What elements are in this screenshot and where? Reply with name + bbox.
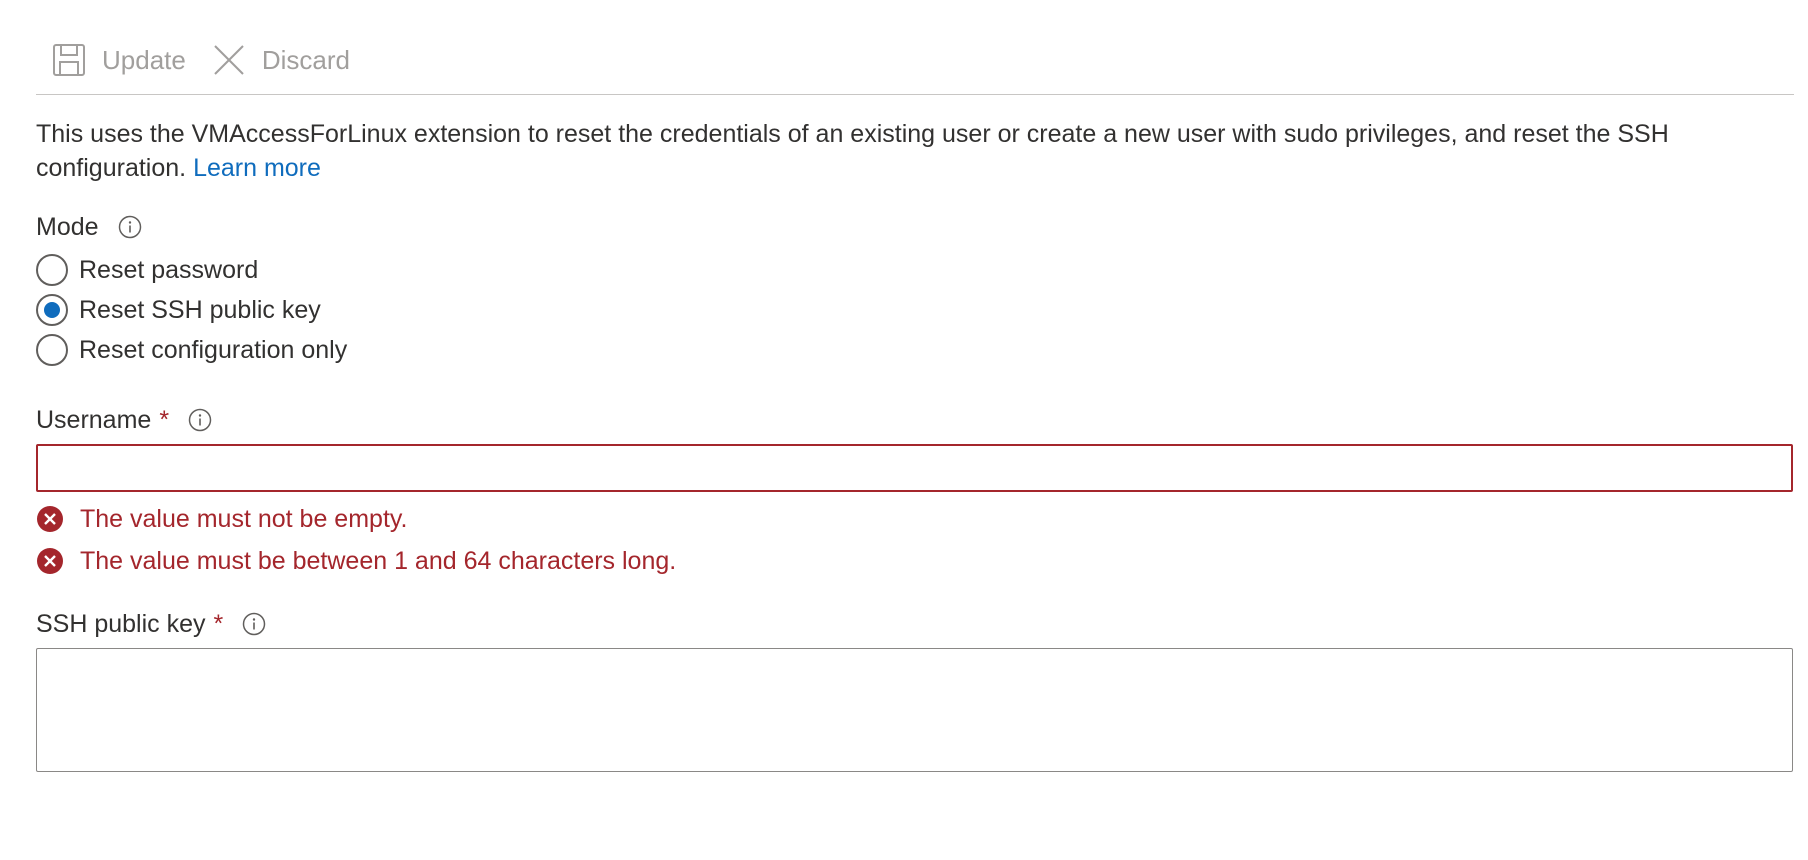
error-circle-icon: [36, 505, 64, 533]
required-marker: *: [159, 405, 170, 434]
info-icon[interactable]: [241, 611, 267, 637]
mode-label: Mode: [36, 212, 99, 241]
username-error: The value must be between 1 and 64 chara…: [36, 544, 676, 578]
username-label: Username: [36, 405, 152, 434]
update-label: Update: [102, 44, 186, 75]
radio-reset-configuration-only[interactable]: Reset configuration only: [36, 330, 347, 370]
error-text: The value must not be empty.: [80, 504, 408, 533]
close-icon: [210, 41, 248, 79]
username-error: The value must not be empty.: [36, 502, 407, 536]
radio-label: Reset password: [79, 255, 259, 284]
radio-reset-password[interactable]: Reset password: [36, 250, 347, 290]
mode-radio-group: Reset password Reset SSH public key Rese…: [36, 250, 347, 370]
reset-password-blade: Update Discard This uses the VMAccessFor…: [0, 0, 1808, 860]
radio-circle-selected[interactable]: [36, 294, 68, 326]
info-icon[interactable]: [117, 214, 143, 240]
radio-circle[interactable]: [36, 254, 68, 286]
update-button[interactable]: Update: [50, 36, 186, 84]
ssh-public-key-textarea[interactable]: [36, 648, 1793, 772]
discard-label: Discard: [261, 44, 350, 75]
radio-circle[interactable]: [36, 334, 68, 366]
username-label-row: Username *: [36, 403, 213, 437]
description: This uses the VMAccessForLinux extension…: [36, 117, 1756, 185]
error-circle-icon: [36, 547, 64, 575]
username-input[interactable]: [36, 444, 1793, 492]
ssh-public-key-label: SSH public key: [36, 609, 206, 638]
error-text: The value must be between 1 and 64 chara…: [80, 546, 677, 575]
radio-label: Reset SSH public key: [79, 295, 321, 324]
required-marker: *: [213, 609, 224, 638]
discard-button[interactable]: Discard: [210, 36, 350, 84]
ssh-public-key-label-row: SSH public key *: [36, 607, 267, 641]
command-bar: Update Discard: [36, 36, 1794, 95]
radio-selected-dot: [44, 302, 60, 318]
radio-label: Reset configuration only: [79, 335, 348, 364]
mode-label-row: Mode: [36, 210, 143, 244]
save-icon: [50, 41, 88, 79]
learn-more-link[interactable]: Learn more: [193, 154, 321, 182]
info-icon[interactable]: [187, 407, 213, 433]
radio-reset-ssh-public-key[interactable]: Reset SSH public key: [36, 290, 347, 330]
